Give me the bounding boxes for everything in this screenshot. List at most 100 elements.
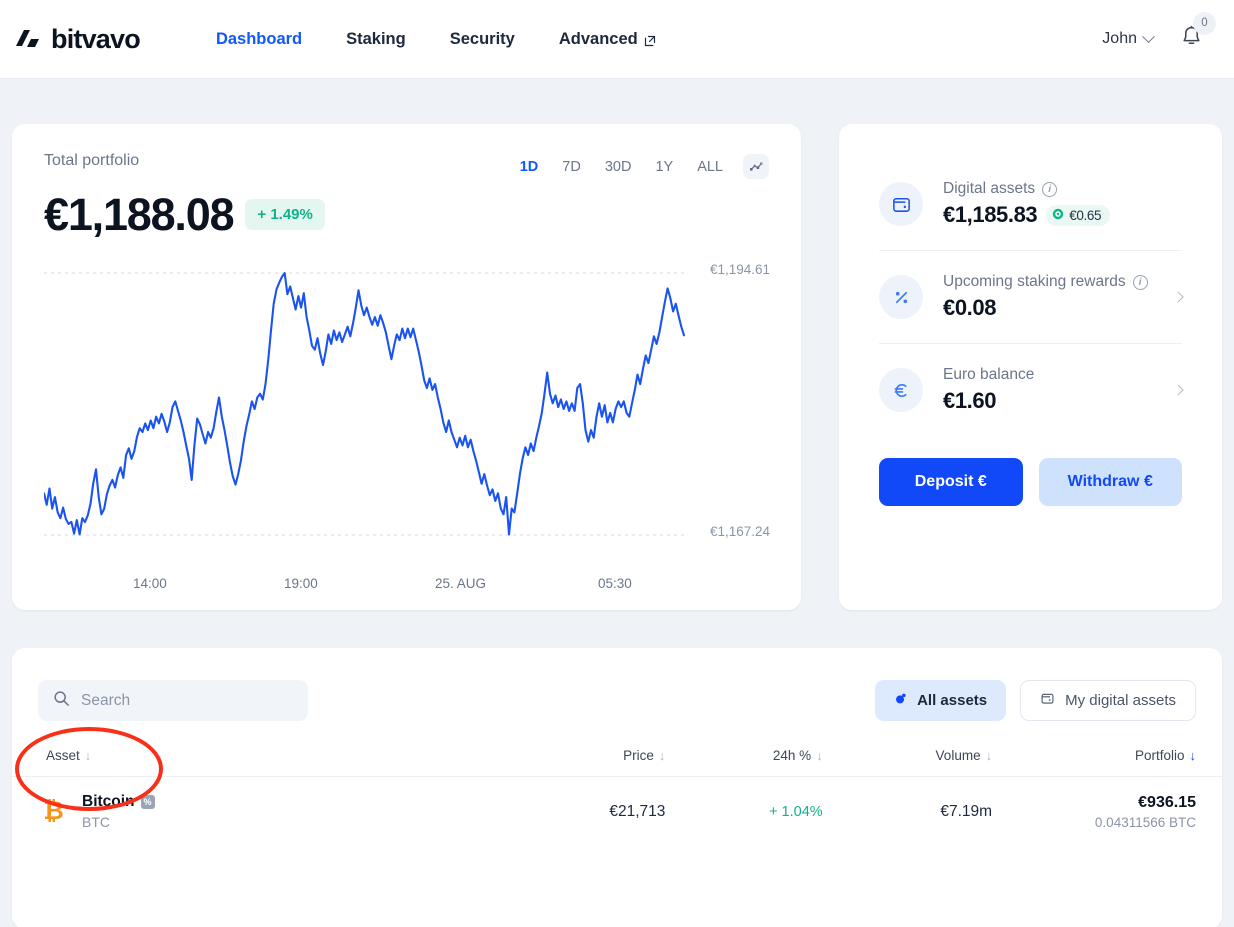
notifications-count-badge: 0 xyxy=(1193,12,1216,35)
nav-item-advanced-label: Advanced xyxy=(559,30,638,49)
arrow-down-icon: ↓ xyxy=(986,748,993,763)
nav-item-security[interactable]: Security xyxy=(428,30,537,49)
chart-header: Total portfolio 1D 7D 30D 1Y ALL xyxy=(44,152,769,179)
column-header-24h[interactable]: 24h %↓ xyxy=(665,748,822,777)
range-30d[interactable]: 30D xyxy=(593,156,644,178)
euro-balance-value: €1.60 xyxy=(943,388,1034,414)
x-tick-2: 25. AUG xyxy=(435,576,486,591)
portfolio-change-badge: + 1.49% xyxy=(245,199,324,230)
summary-row-staking-rewards[interactable]: Upcoming staking rewards i €0.08 xyxy=(879,250,1182,343)
assets-table-body: ₿ Bitcoin % BTC €21,713 + 1.04% xyxy=(12,777,1222,847)
range-1y[interactable]: 1Y xyxy=(643,156,685,178)
filter-all-assets-label: All assets xyxy=(917,692,987,709)
asset-filters: All assets My digital assets xyxy=(875,680,1196,721)
chart-line-series xyxy=(44,273,684,534)
staking-rewards-label: Upcoming staking rewards xyxy=(943,273,1126,291)
main-nav: Dashboard Staking Security Advanced xyxy=(194,30,678,49)
digital-assets-label-wrap: Digital assets i xyxy=(943,180,1110,198)
range-1d[interactable]: 1D xyxy=(508,156,551,178)
candlestick-chart-icon[interactable] xyxy=(743,154,769,179)
summary-row-euro-balance[interactable]: Euro balance €1.60 xyxy=(879,343,1182,436)
portfolio-total-value: €1,188.08 xyxy=(44,192,233,237)
search-icon xyxy=(53,690,70,712)
arrow-down-icon: ↓ xyxy=(1190,748,1197,763)
user-menu[interactable]: John xyxy=(1102,30,1153,48)
nav-item-staking-label: Staking xyxy=(346,30,406,49)
percent-icon xyxy=(879,275,923,319)
range-7d[interactable]: 7D xyxy=(550,156,593,178)
bitvavo-logo-icon xyxy=(14,28,44,50)
search-input[interactable] xyxy=(81,692,293,710)
chart-range-selector: 1D 7D 30D 1Y ALL xyxy=(508,154,769,179)
x-tick-3: 05:30 xyxy=(598,576,632,591)
asset-cell-bitcoin[interactable]: ₿ Bitcoin % BTC xyxy=(12,777,496,847)
euro-icon xyxy=(879,368,923,412)
asset-name: Bitcoin xyxy=(82,793,135,811)
top-right-actions: John 0 xyxy=(1102,24,1220,55)
info-icon[interactable]: i xyxy=(1042,182,1057,197)
rewards-circle-icon xyxy=(1052,208,1064,223)
withdraw-button[interactable]: Withdraw € xyxy=(1039,458,1183,506)
assets-toolbar: All assets My digital assets xyxy=(12,648,1222,721)
x-tick-0: 14:00 xyxy=(133,576,167,591)
column-header-asset[interactable]: Asset↓ xyxy=(12,748,496,777)
asset-name-wrap: Bitcoin % xyxy=(82,793,155,811)
asset-symbol: BTC xyxy=(82,814,155,830)
assets-table-head: Asset↓ Price↓ 24h %↓ Volume↓ Portfolio↓ xyxy=(12,748,1222,777)
deposit-button[interactable]: Deposit € xyxy=(879,458,1023,506)
portfolio-line-chart[interactable]: €1,194.61 €1,167.24 14:00 19:00 25. AUG … xyxy=(44,259,769,549)
staking-rewards-label-wrap: Upcoming staking rewards i xyxy=(943,273,1148,291)
column-header-price[interactable]: Price↓ xyxy=(496,748,665,777)
digital-assets-label: Digital assets xyxy=(943,180,1035,198)
digital-assets-value: €1,185.83 xyxy=(943,202,1037,228)
asset-portfolio: €936.15 0.04311566 BTC xyxy=(992,777,1222,847)
asset-change-24h: + 1.04% xyxy=(665,777,822,847)
arrow-down-icon: ↓ xyxy=(816,748,823,763)
summary-row-digital-assets[interactable]: Digital assets i €1,185.83 xyxy=(879,158,1182,250)
arrow-down-icon: ↓ xyxy=(85,748,92,763)
x-tick-1: 19:00 xyxy=(284,576,318,591)
y-axis-max-label: €1,194.61 xyxy=(710,262,770,277)
top-navigation-bar: bitvavo Dashboard Staking Security Advan… xyxy=(0,0,1234,79)
asset-portfolio-amount: 0.04311566 BTC xyxy=(992,815,1196,830)
portfolio-chart-card: Total portfolio 1D 7D 30D 1Y ALL xyxy=(12,124,801,610)
y-axis-min-label: €1,167.24 xyxy=(710,524,770,539)
wallet-icon xyxy=(879,182,923,226)
brand-logo[interactable]: bitvavo xyxy=(14,24,140,55)
nav-item-security-label: Security xyxy=(450,30,515,49)
all-assets-dot-icon xyxy=(894,692,907,709)
range-all[interactable]: ALL xyxy=(685,156,735,178)
portfolio-total-row: €1,188.08 + 1.49% xyxy=(44,192,769,237)
chevron-right-icon[interactable] xyxy=(1172,291,1183,302)
column-header-portfolio[interactable]: Portfolio↓ xyxy=(992,748,1222,777)
staking-rewards-value: €0.08 xyxy=(943,295,1148,321)
asset-portfolio-value: €936.15 xyxy=(992,794,1196,812)
filter-my-digital-assets-label: My digital assets xyxy=(1065,692,1176,709)
nav-item-advanced[interactable]: Advanced xyxy=(537,30,678,49)
filter-all-assets[interactable]: All assets xyxy=(875,680,1006,721)
digital-assets-rewards-value: €0.65 xyxy=(1069,208,1101,223)
assets-table-header-row: Asset↓ Price↓ 24h %↓ Volume↓ Portfolio↓ xyxy=(12,748,1222,777)
search-box[interactable] xyxy=(38,680,308,721)
brand-name: bitvavo xyxy=(51,24,140,55)
asset-volume: €7.19m xyxy=(823,777,992,847)
notifications-button[interactable]: 0 xyxy=(1179,24,1204,55)
staking-badge-icon: % xyxy=(141,795,155,809)
dashboard-top-row: Total portfolio 1D 7D 30D 1Y ALL xyxy=(12,124,1222,610)
euro-balance-label: Euro balance xyxy=(943,366,1034,384)
external-link-icon xyxy=(644,33,656,45)
asset-price: €21,713 xyxy=(496,777,665,847)
info-icon[interactable]: i xyxy=(1133,275,1148,290)
assets-table: Asset↓ Price↓ 24h %↓ Volume↓ Portfolio↓ xyxy=(12,748,1222,846)
assets-table-card: All assets My digital assets xyxy=(12,648,1222,927)
chevron-down-icon xyxy=(1142,30,1155,43)
nav-item-dashboard[interactable]: Dashboard xyxy=(194,30,324,49)
total-portfolio-label: Total portfolio xyxy=(44,152,139,170)
arrow-down-icon: ↓ xyxy=(659,748,666,763)
column-header-volume[interactable]: Volume↓ xyxy=(823,748,992,777)
nav-item-staking[interactable]: Staking xyxy=(324,30,428,49)
table-row[interactable]: ₿ Bitcoin % BTC €21,713 + 1.04% xyxy=(12,777,1222,847)
digital-assets-value-wrap: €1,185.83 €0.65 xyxy=(943,202,1110,228)
filter-my-digital-assets[interactable]: My digital assets xyxy=(1020,680,1196,721)
chevron-right-icon[interactable] xyxy=(1172,384,1183,395)
